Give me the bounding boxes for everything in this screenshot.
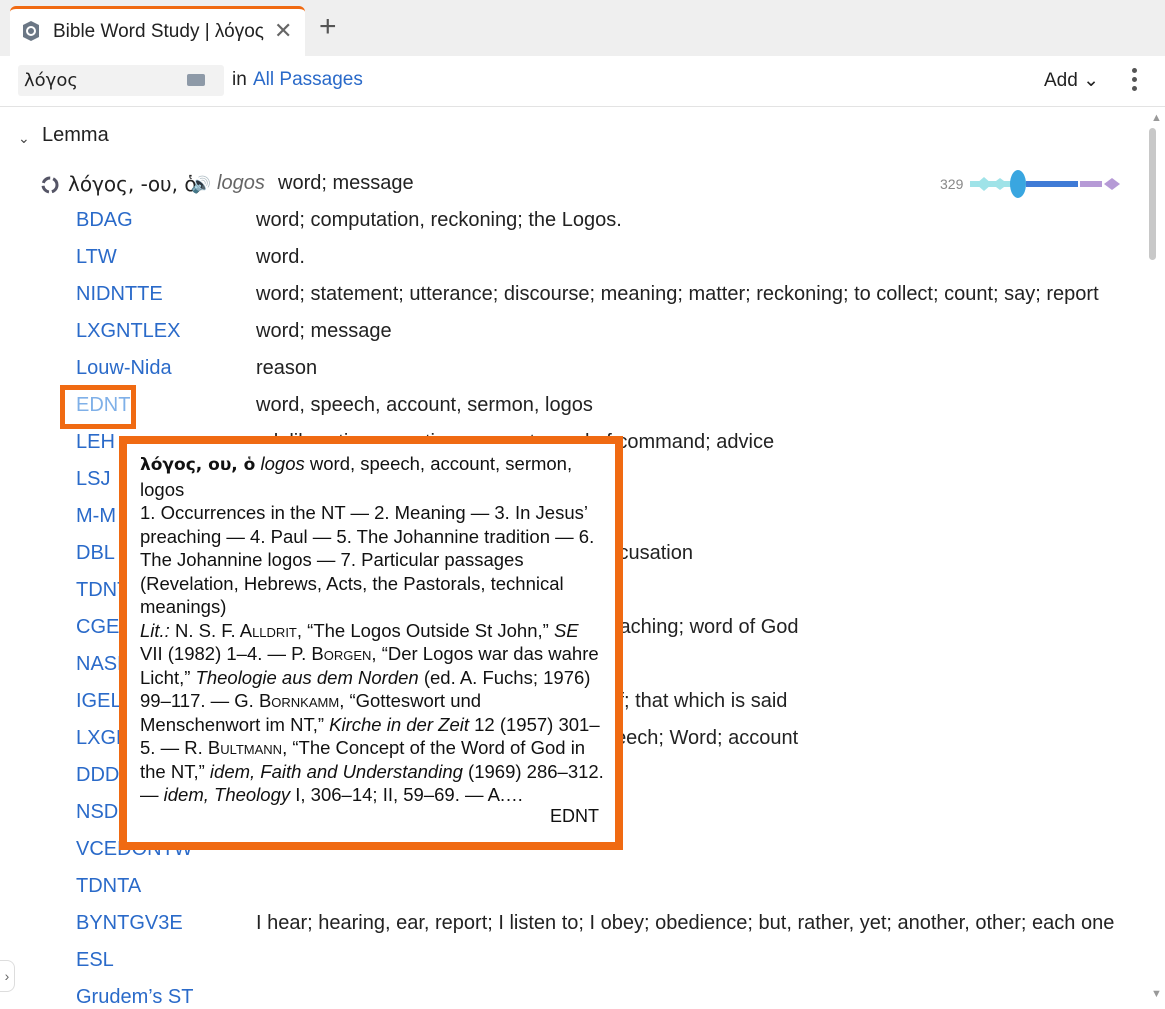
resource-row[interactable]: EDNT word, speech, account, sermon, logos [0, 394, 1125, 430]
resource-row[interactable]: BDAG word; computation, reckoning; the Lo… [0, 209, 1125, 245]
resource-row[interactable]: Louw-Nida reason [0, 357, 1125, 393]
resource-definition: I hear; hearing, ear, report; I listen t… [256, 912, 1115, 934]
resource-row[interactable]: LTW word. [0, 246, 1125, 282]
search-box [18, 65, 224, 96]
resource-definition: reason [256, 357, 318, 379]
dictionary-popup: λόγος, ου, ὁ logos word, speech, account… [140, 452, 605, 834]
resource-link[interactable]: BDAG [76, 209, 133, 232]
tab-title: Bible Word Study | λόγος [53, 21, 264, 42]
popup-ref: VII (1982) 1–4. — P. [140, 643, 307, 664]
resource-row[interactable]: NIDNTTE word; statement; utterance; disco… [0, 283, 1125, 319]
popup-ref: , “The Logos Outside St John,” [296, 619, 549, 641]
scroll-down-icon[interactable]: ▼ [1151, 988, 1162, 1000]
resource-link[interactable]: LEH [76, 431, 115, 454]
popup-book: idem, Theology [163, 784, 291, 805]
popup-lit-label: Lit.: [140, 619, 170, 641]
popup-author: Bultmann [207, 737, 283, 758]
scrollbar[interactable]: ▲ ▼ [1145, 108, 1165, 1009]
popup-author: N. S. F. Alldrit [174, 619, 297, 641]
tab-bible-word-study[interactable]: Bible Word Study | λόγος ✕ [10, 6, 305, 56]
resource-link[interactable]: IGEL [76, 690, 122, 713]
resource-link[interactable]: BYNTGV3E [76, 912, 183, 935]
resource-link[interactable]: ESL [76, 949, 114, 972]
popup-author: Borgen [311, 643, 372, 664]
resource-row[interactable]: ESL [0, 949, 1125, 985]
bible-word-study-icon [23, 21, 39, 41]
resource-row[interactable]: Grudem’s ST [0, 986, 1125, 1009]
popup-author: Bornkamm [258, 690, 340, 711]
resource-row[interactable]: BYNTGV3E I hear; hearing, ear, report; I … [0, 912, 1125, 948]
in-label: in [232, 69, 247, 90]
passages-link[interactable]: All Passages [253, 69, 363, 91]
lemma-headword[interactable]: λόγος, -ου, ὁ [68, 172, 197, 196]
resource-definition: word; statement; utterance; discourse; m… [256, 283, 1099, 305]
resource-definition: word; computation, reckoning; the Logos. [256, 209, 622, 231]
resource-link[interactable]: Grudem’s ST [76, 986, 193, 1009]
more-options-icon[interactable] [1126, 68, 1142, 96]
resource-link[interactable]: LSJ [76, 468, 110, 491]
tab-bar: Bible Word Study | λόγος ✕ + [0, 0, 1165, 56]
popup-book: Theologie aus dem Norden [195, 666, 419, 688]
toolbar: in All Passages Add ⌄ [0, 56, 1165, 107]
resource-row[interactable]: LXGNTLEX word; message [0, 320, 1125, 356]
resource-definition: word; message [256, 320, 392, 342]
highlight-box [60, 385, 136, 429]
chevron-right-icon[interactable]: › [0, 960, 15, 992]
resource-link[interactable]: M-M [76, 505, 116, 528]
resource-definition: word. [256, 246, 305, 268]
lemma-transliteration: logos [217, 172, 265, 194]
popup-book: idem, Faith and Understanding [209, 760, 463, 782]
popup-ref: I, 306–14; II, 59–69. — A.… [295, 784, 524, 805]
scroll-up-icon[interactable]: ▲ [1151, 112, 1162, 124]
close-icon[interactable]: ✕ [274, 18, 292, 44]
section-title-lemma: Lemma [42, 124, 109, 146]
popup-journal: SE [553, 619, 579, 641]
chevron-down-icon[interactable]: ⌄ [18, 130, 30, 147]
speaker-icon[interactable]: 🔊 [191, 175, 211, 195]
keyboard-icon[interactable] [187, 74, 205, 86]
resource-link[interactable]: Louw-Nida [76, 357, 172, 380]
scroll-thumb[interactable] [1149, 128, 1156, 260]
popup-headword: λόγος, ου, ὁ [140, 455, 256, 475]
occurrence-count: 329 [940, 176, 964, 192]
resource-link[interactable]: DDD [76, 764, 119, 787]
resource-link[interactable]: LXGNTLEX [76, 320, 180, 343]
popup-outline: 1. Occurrences in the NT — 2. Meaning — … [140, 502, 595, 617]
resource-link[interactable]: LTW [76, 246, 117, 269]
resource-link[interactable]: NIDNTTE [76, 283, 163, 306]
lemma-gloss: word; message [278, 172, 414, 194]
popup-book: Kirche in der Zeit [329, 713, 469, 735]
popup-source-label[interactable]: EDNT [550, 806, 599, 827]
resource-link[interactable]: TDNTA [76, 875, 141, 898]
lemma-icon [41, 176, 59, 194]
resource-definition: word, speech, account, sermon, logos [256, 394, 593, 416]
new-tab-button[interactable]: + [319, 12, 337, 42]
add-button[interactable]: Add ⌄ [1044, 69, 1099, 92]
resource-row[interactable]: TDNTA [0, 875, 1125, 911]
resource-link[interactable]: DBL [76, 542, 115, 565]
resource-link[interactable]: NSDI [76, 801, 124, 824]
search-input[interactable] [24, 68, 184, 92]
occurrence-sparkline[interactable] [968, 168, 1124, 200]
popup-translit: logos [260, 453, 305, 474]
